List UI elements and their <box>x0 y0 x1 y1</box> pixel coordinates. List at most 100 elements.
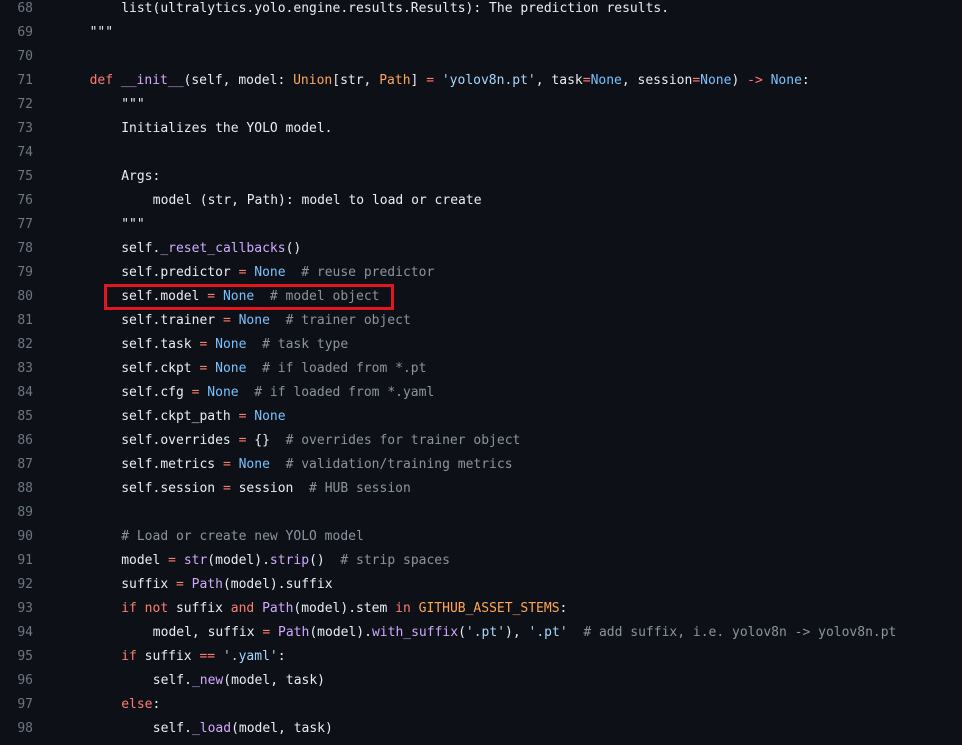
line-number[interactable]: 87 <box>0 453 33 477</box>
line-number[interactable]: 93 <box>0 597 33 621</box>
code-token: ) <box>731 73 748 88</box>
line-number[interactable]: 70 <box>0 45 33 69</box>
code-token: str <box>183 553 208 568</box>
line-number[interactable]: 71 <box>0 69 33 93</box>
line-number[interactable]: 82 <box>0 333 33 357</box>
line-number[interactable]: 92 <box>0 573 33 597</box>
line-number[interactable]: 90 <box>0 525 33 549</box>
line-number[interactable]: 88 <box>0 477 33 501</box>
code-token: """ <box>89 25 114 40</box>
code-text: """ <box>121 213 144 237</box>
code-token: self. <box>152 673 192 688</box>
line-number[interactable]: 77 <box>0 213 33 237</box>
code-token: None <box>590 73 622 88</box>
code-token: GITHUB_ASSET_STEMS <box>418 601 560 616</box>
code-line: 88 self.session = session # HUB session <box>0 477 962 501</box>
code-text: def __init__(self, model: Union[str, Pat… <box>90 69 810 93</box>
code-token: Path <box>379 73 411 88</box>
code-text: model (str, Path): model to load or crea… <box>153 189 482 213</box>
code-token: list(ultralytics.yolo.engine.results.Res… <box>121 1 670 16</box>
code-token: = <box>582 73 591 88</box>
line-number[interactable]: 89 <box>0 501 33 525</box>
line-number[interactable]: 96 <box>0 669 33 693</box>
code-line: 81 self.trainer = None # trainer object <box>0 309 962 333</box>
code-token: = <box>426 73 435 88</box>
line-number[interactable]: 69 <box>0 21 33 45</box>
line-number[interactable]: 72 <box>0 93 33 117</box>
line-number[interactable]: 74 <box>0 141 33 165</box>
code-token: '.yaml' <box>222 649 278 664</box>
line-number[interactable]: 75 <box>0 165 33 189</box>
code-line: 85 self.ckpt_path = None <box>0 405 962 429</box>
code-token: Path <box>262 601 294 616</box>
code-token: model <box>121 553 169 568</box>
code-token: """ <box>121 217 145 232</box>
code-token: _load <box>191 721 232 736</box>
line-number[interactable]: 80 <box>0 285 33 309</box>
line-number[interactable]: 76 <box>0 189 33 213</box>
code-line: 76 model (str, Path): model to load or cr… <box>0 189 962 213</box>
code-token: , session <box>621 73 693 88</box>
line-number[interactable]: 68 <box>0 0 33 21</box>
line-number[interactable]: 97 <box>0 693 33 717</box>
line-number[interactable]: 84 <box>0 381 33 405</box>
line-number[interactable]: 81 <box>0 309 33 333</box>
line-number[interactable]: 98 <box>0 717 33 741</box>
code-token: '.pt' <box>528 625 568 640</box>
code-token: suffix <box>136 649 200 664</box>
code-text: Args: <box>121 165 160 189</box>
code-text: """ <box>90 21 113 45</box>
code-token: : <box>559 601 568 616</box>
code-token: None <box>238 313 270 328</box>
code-token: = <box>168 553 176 568</box>
code-line: 89 <box>0 501 962 525</box>
code-token: (model, task) <box>231 721 333 736</box>
code-line: 96 self._new(model, task) <box>0 669 962 693</box>
code-text: else: <box>121 693 160 717</box>
line-number[interactable]: 79 <box>0 261 33 285</box>
line-number[interactable]: 86 <box>0 429 33 453</box>
line-number[interactable]: 78 <box>0 237 33 261</box>
code-token: _reset_callbacks <box>160 241 286 256</box>
code-line: 71 def __init__(self, model: Union[str, P… <box>0 69 962 93</box>
code-token: [str, <box>332 73 380 88</box>
code-token: session <box>230 481 310 496</box>
line-number[interactable]: 94 <box>0 621 33 645</box>
code-text: model, suffix = Path(model).with_suffix(… <box>153 621 897 645</box>
code-token: None <box>254 265 286 280</box>
code-token: and <box>230 601 255 616</box>
code-text: self.ckpt = None # if loaded from *.pt <box>121 357 426 381</box>
code-line: 74 <box>0 141 962 165</box>
code-token: , task <box>535 73 583 88</box>
code-text: self.metrics = None # validation/trainin… <box>121 453 512 477</box>
code-line: 70 <box>0 45 962 69</box>
code-text: model = str(model).strip() # strip space… <box>121 549 450 573</box>
code-token: # if loaded from *.pt <box>262 361 427 376</box>
code-token: # overrides for trainer object <box>285 433 521 448</box>
code-text: self.ckpt_path = None <box>121 405 285 429</box>
code-token: __init__ <box>120 73 184 88</box>
code-token: self.ckpt_path <box>121 409 239 424</box>
code-token: -> <box>747 73 763 88</box>
line-number[interactable]: 83 <box>0 357 33 381</box>
line-number[interactable]: 73 <box>0 117 33 141</box>
code-token: # validation/training metrics <box>285 457 513 472</box>
line-number[interactable]: 91 <box>0 549 33 573</box>
code-token: (model). <box>309 625 372 640</box>
line-number[interactable]: 85 <box>0 405 33 429</box>
code-text: self.predictor = None # reuse predictor <box>121 261 434 285</box>
code-text: self.cfg = None # if loaded from *.yaml <box>121 381 434 405</box>
code-token: : <box>277 649 286 664</box>
code-line: 98 self._load(model, task) <box>0 717 962 741</box>
line-number[interactable]: 95 <box>0 645 33 669</box>
